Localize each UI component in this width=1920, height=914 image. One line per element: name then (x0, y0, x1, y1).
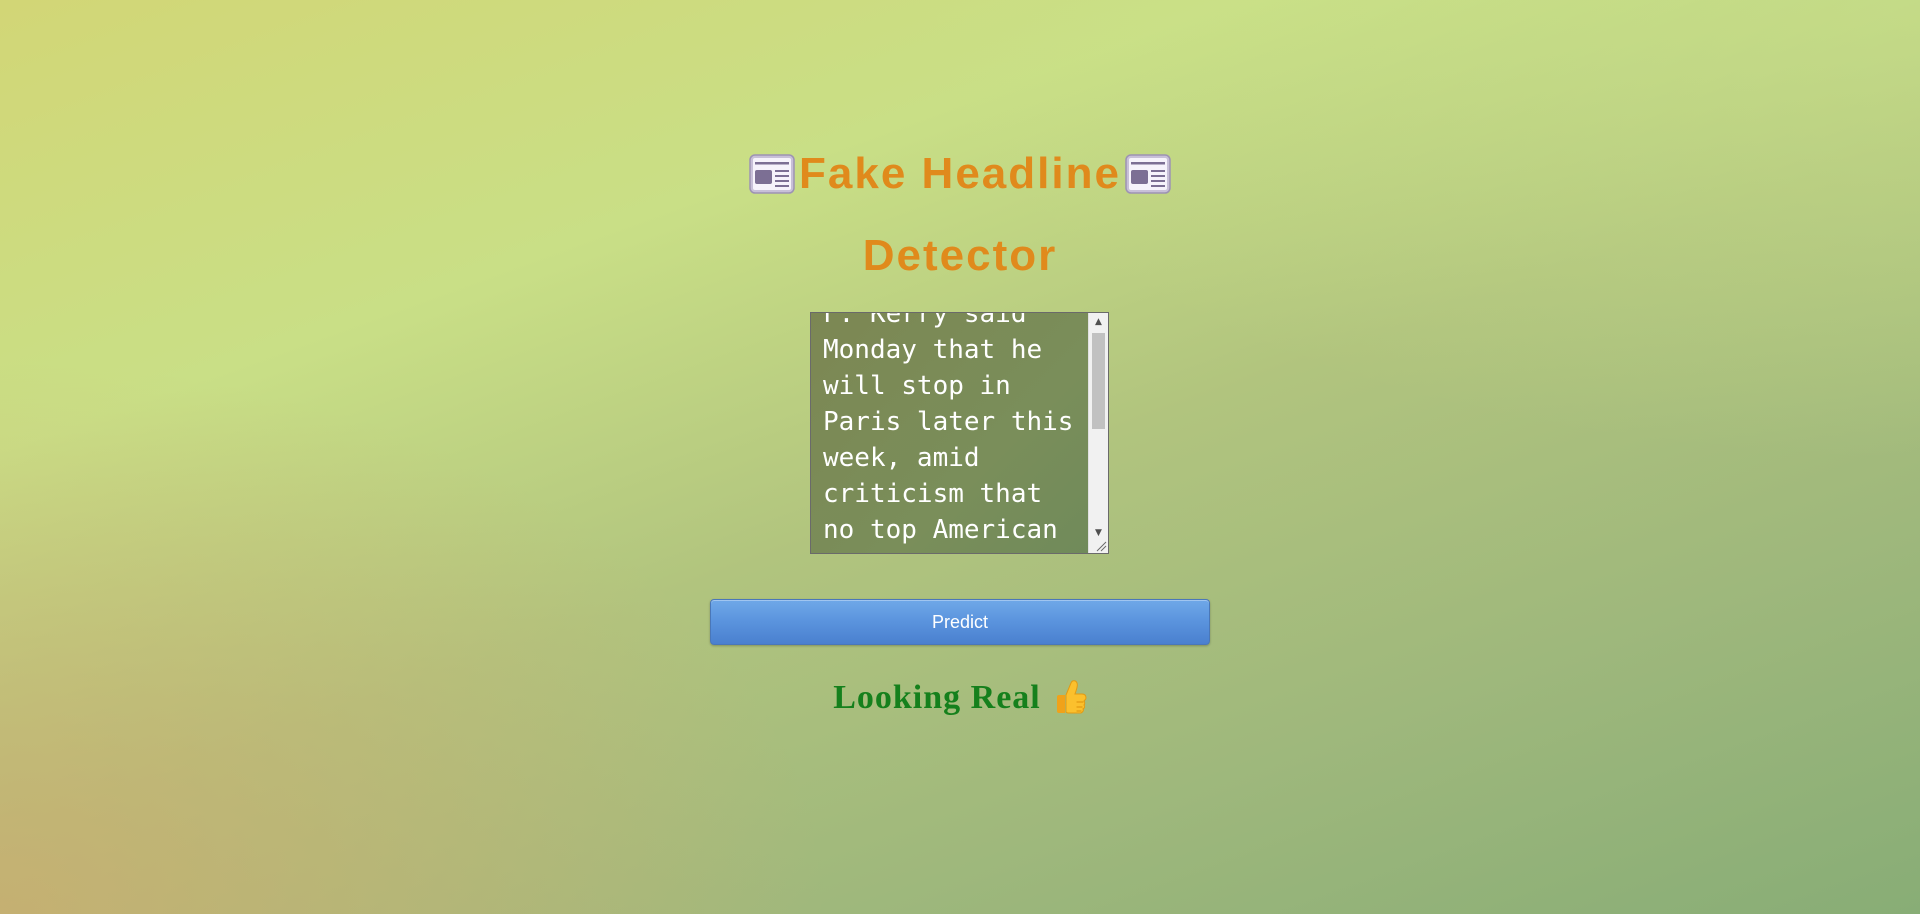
thumbs-up-icon (1056, 680, 1087, 714)
page-title-line2: Detector (862, 231, 1058, 280)
resize-grip-icon[interactable] (1095, 540, 1107, 552)
textarea-scrollbar[interactable]: ▲ ▼ (1088, 313, 1108, 553)
page-title-text: Fake Headline (799, 149, 1121, 198)
prediction-result: Looking Real (660, 672, 1260, 724)
scrollbar-thumb[interactable] (1092, 333, 1105, 429)
scroll-up-arrow-icon[interactable]: ▲ (1089, 313, 1108, 331)
newspaper-icon (1125, 154, 1171, 194)
headline-textarea[interactable]: F. Kerry said Monday that he will stop i… (810, 312, 1109, 554)
newspaper-icon (749, 154, 795, 194)
headline-text[interactable]: F. Kerry said Monday that he will stop i… (823, 313, 1085, 553)
prediction-result-text: Looking Real (833, 679, 1041, 716)
page-title: Fake Headline (560, 133, 1360, 215)
app-container: Fake Headline Detector F. Kerry said Mon… (0, 0, 1920, 914)
predict-button[interactable]: Predict (710, 599, 1210, 645)
